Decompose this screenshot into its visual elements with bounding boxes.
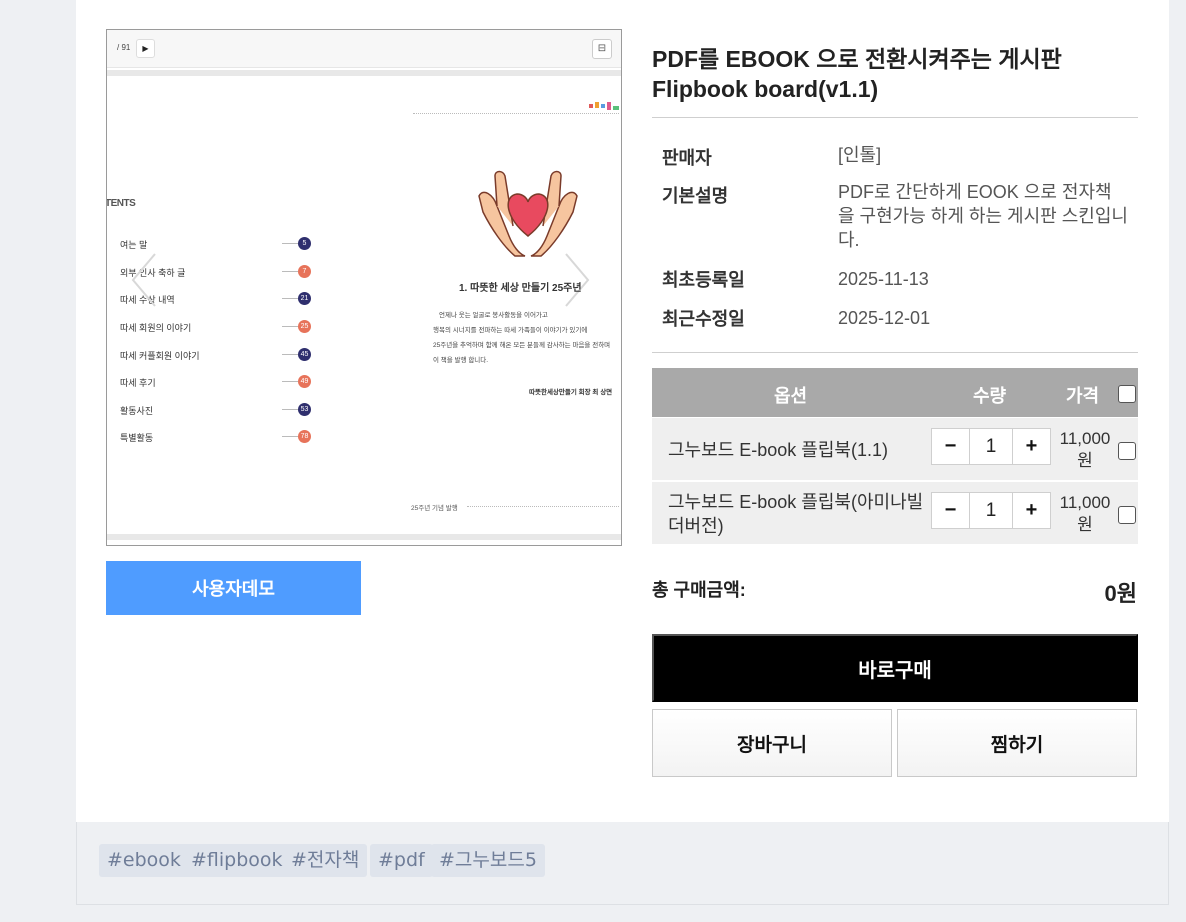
preview-rule [107,534,621,540]
toc-item: 따세 회원의 이야기 [120,323,192,333]
toc-page-badge: 53 [298,403,311,416]
option-name: 그누보드 E-book 플립북(1.1) [668,440,888,460]
toc-leader [282,354,298,355]
add-to-cart-button[interactable]: 장바구니 [652,709,892,777]
buy-now-button[interactable]: 바로구매 [652,634,1138,702]
decrease-button[interactable]: − [932,429,969,464]
tag[interactable]: #전자책 [283,844,368,877]
option-row: 그누보드 E-book 플립북(아미나빌더버전) − 1 + 11,000원 [652,482,1138,544]
preview-rule [107,70,621,76]
seller-label: 판매자 [662,148,712,168]
toc-page-badge: 49 [298,375,311,388]
toc-item: 따세 후기 [120,378,156,388]
created-date-label: 최초등록일 [662,270,745,290]
toc-page-badge: 5 [298,237,311,250]
menu-icon[interactable]: ⊟ [592,39,612,59]
toc-page-badge: 25 [298,320,311,333]
preview-footer: 25주년 기념 발행 [411,505,458,512]
toc-leader [282,409,298,410]
option-checkbox[interactable] [1118,506,1136,524]
toc-page-badge: 78 [298,430,311,443]
option-name: 그누보드 E-book 플립북(아미나빌더버전) [668,492,924,536]
product-title-line: PDF를 EBOOK 으로 전환시켜주는 게시판 [652,46,1062,72]
quantity-column-header: 수량 [973,386,1007,406]
heart-hands-illustration [478,170,578,257]
quantity-value[interactable]: 1 [969,429,1013,464]
quantity-value[interactable]: 1 [969,493,1013,528]
quantity-stepper: − 1 + [931,492,1051,529]
quantity-stepper: − 1 + [931,428,1051,465]
toc-leader [282,326,298,327]
body-line: 25주년을 추억하며 함께 해온 모든 분들께 감사하는 마음을 전하며 [433,342,611,349]
toc-leader [282,271,298,272]
wishlist-button[interactable]: 찜하기 [897,709,1137,777]
option-row: 그누보드 E-book 플립북(1.1) − 1 + 11,000원 [652,418,1138,480]
contents-label: TENTS [106,198,136,209]
toc-leader [282,381,298,382]
divider [652,352,1138,353]
body-line: 행복의 시너지를 전파하는 따세 가족들이 이야기가 있기에 [433,327,588,334]
divider [652,117,1138,118]
seller-value: [인톨] [838,145,882,165]
prev-page-icon[interactable] [129,250,159,310]
increase-button[interactable]: + [1013,493,1050,528]
options-header: 옵션 수량 가격 [652,368,1138,417]
decrease-button[interactable]: − [932,493,969,528]
header-rule [413,113,619,114]
toc-page-badge: 21 [298,292,311,305]
product-title-line: Flipbook board(v1.1) [652,76,879,102]
option-price: 11,000원 [1059,493,1111,534]
toc-leader [282,243,298,244]
description-label: 기본설명 [662,186,729,206]
select-all-checkbox[interactable] [1118,385,1136,403]
product-title: PDF를 EBOOK 으로 전환시켜주는 게시판 Flipbook board(… [652,44,1138,104]
toc-item: 활동사진 [120,406,154,416]
flipbook-preview[interactable]: / 91 ▶ ⊟ TENTS 여는 말 외부 인사 축하 글 따세 수상 내역 … [106,29,622,546]
toc-page-badge: 7 [298,265,311,278]
footer-rule [467,506,619,507]
updated-date-value: 2025-12-01 [838,308,931,328]
option-column-header: 옵션 [774,386,808,406]
total-value: 0원 [1104,581,1137,606]
tag[interactable]: #flipbook [183,844,291,877]
tag[interactable]: #그누보드5 [431,844,545,877]
toc-page-badge: 45 [298,348,311,361]
price-column-header: 가격 [1066,386,1100,406]
increase-button[interactable]: + [1013,429,1050,464]
option-checkbox[interactable] [1118,442,1136,460]
body-line: 이 책을 발행 합니다. [433,357,489,364]
preview-toolbar: / 91 ▶ ⊟ [107,30,621,68]
total-label: 총 구매금액: [652,580,746,600]
play-icon[interactable]: ▶ [136,39,155,58]
tags-area: #ebook #flipbook #전자책 #pdf #그누보드5 [76,822,1169,905]
tag[interactable]: #ebook [99,844,189,877]
toc-leader [282,298,298,299]
updated-date-label: 최근수정일 [662,309,745,329]
toc-item: 따세 커플회원 이야기 [120,351,200,361]
toc-item: 특별활동 [120,433,154,443]
created-date-value: 2025-11-13 [838,269,929,289]
logo-mark [589,102,619,110]
user-demo-button[interactable]: 사용자데모 [106,561,361,615]
option-price: 11,000원 [1059,429,1111,470]
tag[interactable]: #pdf [370,844,433,877]
page-count: / 91 [117,43,131,52]
body-line: 언제나 웃는 얼굴로 봉사활동을 이어가고 [439,312,548,319]
toc-leader [282,436,298,437]
section-title: 1. 따뜻한 세상 만들기 25주년 [459,283,582,294]
description-value: PDF로 간단하게 EOOK 으로 전자책을 구현가능 하게 하는 게시판 스킨… [838,182,1128,250]
signature: 따뜻한세상만들기 회장 최 상면 [529,389,613,396]
